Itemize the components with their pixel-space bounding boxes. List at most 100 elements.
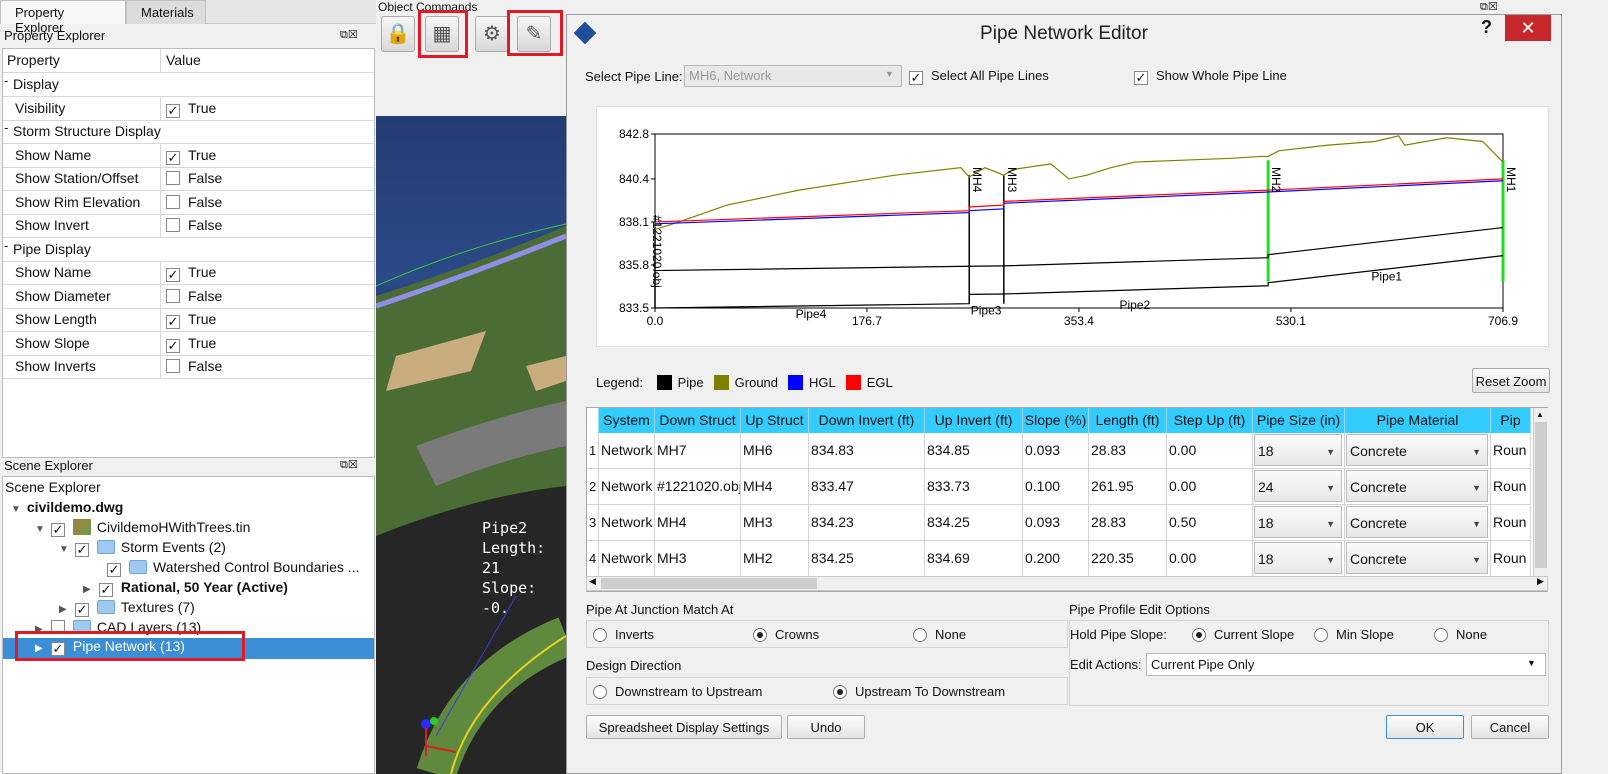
radio-crowns[interactable]: Crowns	[753, 627, 819, 642]
horizontal-scrollbar[interactable]: ◀ ▶	[586, 576, 1548, 591]
tree-item-tin[interactable]: ▼ ✓ CivildemoHWithTrees.tin	[35, 519, 250, 539]
grid-header[interactable]: Length (ft)	[1089, 408, 1167, 433]
grid-header[interactable]: Up Struct	[741, 408, 809, 433]
show-whole-pipe-line[interactable]: ✓ Show Whole Pipe Line	[1134, 68, 1287, 85]
close-button[interactable]: ✕	[1505, 15, 1551, 41]
property-row[interactable]: Show Name ✓ True	[3, 143, 374, 168]
tree-item-textures[interactable]: ▶ ✓ Textures (7)	[59, 599, 195, 619]
grid-header[interactable]: Pip	[1491, 408, 1531, 433]
grid-cell[interactable]: Concrete ▼	[1345, 433, 1491, 469]
grid-cell[interactable]: 834.25	[925, 505, 1023, 541]
ok-button[interactable]: OK	[1386, 715, 1464, 739]
grid-cell[interactable]: MH6	[741, 433, 809, 469]
expand-arrow-icon[interactable]: ▶	[59, 604, 71, 615]
profile-chart-svg[interactable]: 842.8 840.4 838.1 835.8 833.50.0 176.7 353.4 53…	[597, 107, 1548, 346]
grid-cell[interactable]: 18 ▼	[1253, 541, 1345, 577]
grid-cell[interactable]: Concrete ▼	[1345, 541, 1491, 577]
radio-none[interactable]: None	[913, 627, 966, 642]
panel-float-close-icons[interactable]: ⧉☒	[340, 28, 358, 42]
grid-cell[interactable]: 833.47	[809, 469, 925, 505]
settings-calc-icon[interactable]: ⚙	[475, 16, 509, 52]
pipe-material-dropdown[interactable]: Concrete ▼	[1346, 542, 1488, 574]
checkbox[interactable]: ✓	[50, 523, 65, 537]
property-value[interactable]: ✓ True	[162, 308, 216, 332]
grid-cell[interactable]: MH7	[655, 433, 741, 469]
checkbox[interactable]: ✓	[107, 563, 121, 577]
grid-cell[interactable]: 0.093	[1023, 433, 1089, 469]
grid-cell[interactable]: Concrete ▼	[1345, 505, 1491, 541]
property-group-row[interactable]: Display -	[3, 73, 374, 97]
collapse-minus-icon[interactable]: -	[4, 73, 8, 88]
checkbox[interactable]: ✓	[166, 103, 180, 118]
property-value[interactable]: False	[162, 214, 222, 238]
grid-cell[interactable]: MH4	[741, 469, 809, 505]
grid-cell[interactable]: MH2	[741, 541, 809, 577]
grid-cell[interactable]: Network	[599, 541, 655, 577]
property-row[interactable]: Show Diameter False	[3, 284, 374, 309]
grid-cell[interactable]: Network	[599, 469, 655, 505]
property-row[interactable]: Show Length ✓ True	[3, 308, 374, 332]
property-row[interactable]: Show Inverts False	[3, 355, 374, 379]
grid-cell[interactable]: 28.83	[1089, 505, 1167, 541]
help-icon[interactable]: ?	[1481, 17, 1492, 38]
checkbox[interactable]: ✓	[1134, 71, 1148, 85]
property-value[interactable]: False	[162, 355, 222, 379]
grid-cell[interactable]: 28.83	[1089, 433, 1167, 469]
grid-cell[interactable]: 834.23	[809, 505, 925, 541]
collapse-minus-icon[interactable]: -	[4, 238, 8, 253]
grid-cell[interactable]: Roun	[1491, 541, 1531, 577]
property-row[interactable]: Visibility ✓ True	[3, 96, 374, 121]
pipe-size-dropdown[interactable]: 18 ▼	[1254, 542, 1342, 574]
tree-item-storm-events[interactable]: ▼ ✓ Storm Events (2)	[59, 539, 226, 559]
expand-arrow-icon[interactable]: ▼	[11, 504, 23, 515]
grid-cell[interactable]: 0.00	[1167, 469, 1253, 505]
checkbox[interactable]	[166, 218, 180, 232]
row-number[interactable]: 4	[587, 541, 599, 577]
grid-cell[interactable]: MH4	[655, 505, 741, 541]
grid-cell[interactable]: 0.00	[1167, 433, 1253, 469]
expand-arrow-icon[interactable]: ▼	[35, 524, 47, 535]
grid-header[interactable]: Up Invert (ft)	[925, 408, 1023, 433]
pipe-spreadsheet[interactable]: System Down Struct Up Struct Down Invert (f…	[586, 407, 1548, 592]
pipe-material-dropdown[interactable]: Concrete ▼	[1346, 434, 1488, 466]
checkbox[interactable]	[166, 171, 180, 185]
float-close-icons[interactable]: ⧉☒	[1480, 0, 1498, 14]
checkbox[interactable]	[166, 288, 180, 303]
radio-inverts[interactable]: Inverts	[593, 627, 654, 642]
checkbox[interactable]: ✓	[909, 71, 923, 85]
radio[interactable]	[593, 685, 607, 699]
grid-cell[interactable]: 220.35	[1089, 541, 1167, 577]
grid-header[interactable]: Down Struct	[655, 408, 741, 433]
property-value[interactable]: ✓ True	[162, 332, 216, 356]
property-group-row[interactable]: Storm Structure Display -	[3, 120, 374, 144]
radio[interactable]	[1434, 628, 1448, 642]
expand-arrow-icon[interactable]: ▼	[59, 544, 71, 555]
property-row[interactable]: Show Name ✓ True	[3, 261, 374, 285]
radio[interactable]	[593, 628, 607, 642]
grid-cell[interactable]: 834.83	[809, 433, 925, 469]
panel-float-close-icons[interactable]: ⧉☒	[340, 458, 358, 472]
tree-item-watershed[interactable]: ✓ Watershed Control Boundaries ...	[107, 559, 359, 579]
grid-cell[interactable]: 0.200	[1023, 541, 1089, 577]
radio-slope-none[interactable]: None	[1434, 627, 1487, 642]
grid-cell[interactable]: MH3	[655, 541, 741, 577]
grid-cell[interactable]: 18 ▼	[1253, 433, 1345, 469]
property-value[interactable]: False	[162, 285, 222, 309]
checkbox[interactable]: ✓	[166, 268, 180, 282]
radio[interactable]	[1192, 628, 1206, 642]
property-value[interactable]: ✓ True	[162, 144, 216, 168]
grid-cell[interactable]: Roun	[1491, 505, 1531, 541]
checkbox[interactable]	[166, 194, 180, 209]
checkbox[interactable]: ✓	[74, 603, 89, 617]
pipe-size-dropdown[interactable]: 18 ▼	[1254, 506, 1342, 538]
row-number[interactable]: 2	[587, 469, 599, 505]
scrollbar-thumb[interactable]	[601, 578, 817, 589]
scrollbar-thumb[interactable]	[1535, 422, 1547, 568]
scroll-right-icon[interactable]: ▶	[1537, 576, 1544, 587]
property-row[interactable]: Show Slope ✓ True	[3, 331, 374, 356]
expand-arrow-icon[interactable]: ▶	[83, 584, 95, 595]
grid-cell[interactable]: Roun	[1491, 433, 1531, 469]
row-number[interactable]: 3	[587, 505, 599, 541]
pipe-profile-chart[interactable]: 842.8 840.4 838.1 835.8 833.5 0.0 176.7 353.4 53…	[596, 106, 1549, 347]
radio-min-slope[interactable]: Min Slope	[1314, 627, 1394, 642]
